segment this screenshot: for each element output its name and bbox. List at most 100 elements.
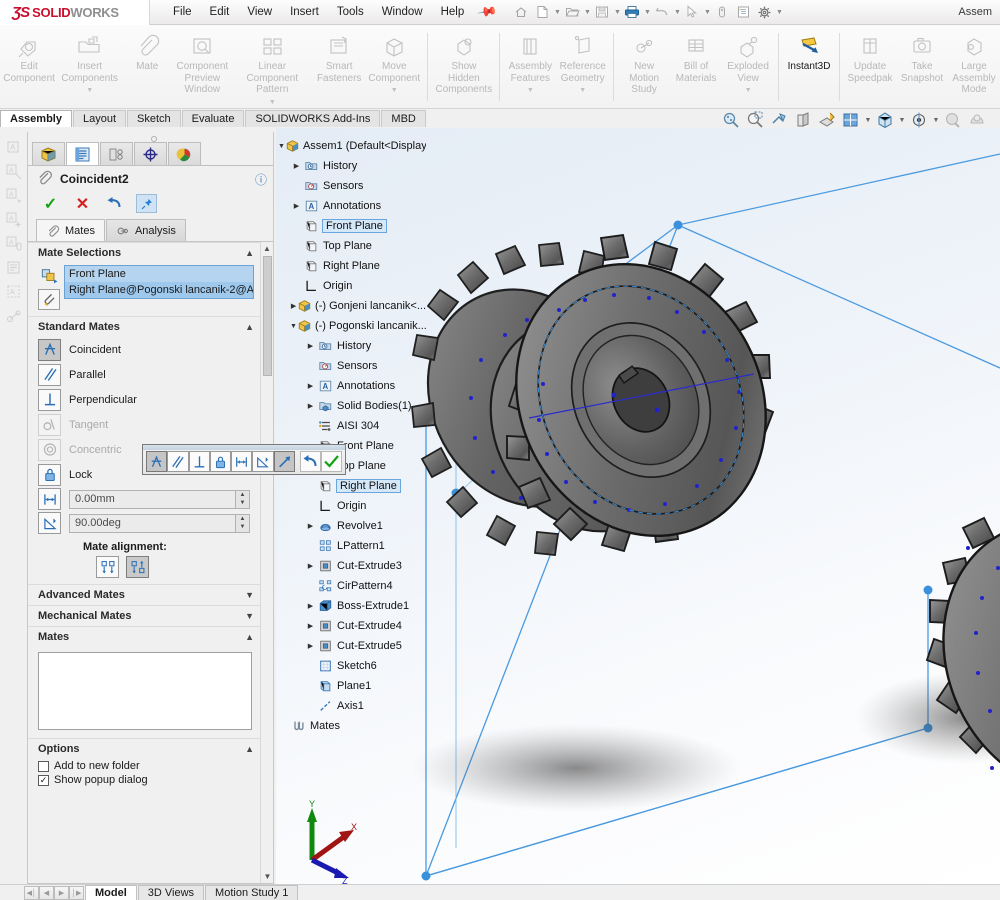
- ribbon-assembly-features[interactable]: Assembly Features ▼: [504, 29, 556, 97]
- tab-sketch[interactable]: Sketch: [127, 110, 181, 127]
- tree-node-sensors-2[interactable]: Sensors: [276, 356, 426, 376]
- expander-right-icon[interactable]: ▶: [304, 522, 317, 530]
- rebuild-icon[interactable]: [712, 2, 732, 22]
- tree-node-pogonski-lancanik[interactable]: ▼ (-) Pogonski lancanik...: [276, 316, 426, 336]
- distance-input[interactable]: 0.00mm ▲ ▼: [69, 489, 250, 509]
- tab-analysis[interactable]: Analysis: [105, 219, 186, 241]
- home-icon[interactable]: [511, 2, 531, 22]
- belt-chain-icon[interactable]: [4, 306, 24, 325]
- tab-mbd[interactable]: MBD: [381, 110, 426, 127]
- tab-solidworks-add-ins[interactable]: SOLIDWORKS Add-Ins: [245, 110, 381, 127]
- add-note-icon[interactable]: A: [4, 210, 24, 229]
- ribbon-instant3d[interactable]: Instant3D: [783, 29, 835, 73]
- print-caret-icon[interactable]: ▼: [643, 2, 651, 22]
- block-icon[interactable]: [4, 258, 24, 277]
- ribbon-component-preview[interactable]: Component Preview Window: [173, 29, 231, 96]
- tree-node-origin-2[interactable]: Origin: [276, 496, 426, 516]
- dropdown-caret-icon[interactable]: ▼: [745, 85, 752, 97]
- menu-view[interactable]: View: [238, 0, 281, 25]
- display-style-icon[interactable]: [840, 109, 862, 131]
- menu-window[interactable]: Window: [373, 0, 432, 25]
- options-gear-icon[interactable]: [754, 2, 774, 22]
- configuration-manager-tab[interactable]: [100, 142, 133, 165]
- open-folder-icon[interactable]: [562, 2, 582, 22]
- ribbon-bill-of-materials[interactable]: Bill of Materials: [670, 29, 722, 84]
- tree-node-front-plane[interactable]: Front Plane: [276, 216, 426, 236]
- tree-node-history-2[interactable]: ▶ History: [276, 336, 426, 356]
- select-cursor-icon[interactable]: [682, 2, 702, 22]
- prev-tab-button[interactable]: ◀: [39, 885, 54, 900]
- standard-mates-header[interactable]: Standard Mates ▲: [28, 316, 262, 337]
- view-settings-icon[interactable]: [966, 109, 988, 131]
- distance-stepper[interactable]: ▲ ▼: [235, 490, 249, 508]
- aligned-button[interactable]: [96, 556, 119, 578]
- print-icon[interactable]: [622, 2, 642, 22]
- section-view-icon[interactable]: [792, 109, 814, 131]
- angle-icon[interactable]: [38, 512, 61, 534]
- ribbon-new-motion-study[interactable]: New Motion Study: [618, 29, 670, 96]
- show-popup-dialog-checkbox[interactable]: ✓: [38, 774, 49, 786]
- mate-coincident[interactable]: Coincident: [28, 337, 262, 362]
- dimxpert-manager-tab[interactable]: [134, 142, 167, 165]
- tree-node-material[interactable]: AISI 304: [276, 416, 426, 436]
- zoom-to-fit-icon[interactable]: [720, 109, 742, 131]
- tree-node-boss-extrude1[interactable]: ▶ Boss-Extrude1: [276, 596, 426, 616]
- zoom-to-area-icon[interactable]: [744, 109, 766, 131]
- expander-right-icon[interactable]: ▶: [290, 162, 303, 170]
- tree-node-history[interactable]: ▶ History: [276, 156, 426, 176]
- mate-perpendicular[interactable]: Perpendicular: [28, 387, 262, 412]
- undo-icon[interactable]: [652, 2, 672, 22]
- ribbon-mate[interactable]: Mate: [121, 29, 173, 73]
- ribbon-insert-components[interactable]: Insert Components ▼: [58, 29, 121, 97]
- feature-manager-tab[interactable]: [32, 142, 65, 165]
- tree-node-top-plane[interactable]: Top Plane: [276, 236, 426, 256]
- bottom-tab-motion-study[interactable]: Motion Study 1: [205, 885, 299, 900]
- mates-listbox[interactable]: [38, 652, 252, 730]
- chevron-down-icon[interactable]: ▼: [245, 611, 254, 621]
- keep-visible-pin-button[interactable]: [136, 194, 157, 213]
- expander-down-icon[interactable]: ▼: [278, 143, 285, 150]
- ribbon-large-assembly-mode[interactable]: Large Assembly Mode: [948, 29, 1000, 96]
- tab-layout[interactable]: Layout: [72, 110, 127, 127]
- panel-resize-handle[interactable]: [28, 132, 273, 142]
- last-tab-button[interactable]: │▶: [69, 885, 84, 900]
- tab-evaluate[interactable]: Evaluate: [181, 110, 245, 127]
- expander-down-icon[interactable]: ▼: [290, 323, 297, 330]
- alignment-popup-button[interactable]: [273, 451, 295, 472]
- ribbon-take-snapshot[interactable]: Take Snapshot: [896, 29, 948, 84]
- distance-icon[interactable]: [38, 488, 61, 510]
- property-manager-tab[interactable]: [66, 142, 99, 165]
- undo-caret-icon[interactable]: ▼: [673, 2, 681, 22]
- selection-entity-2[interactable]: Right Plane@Pogonski lancanik-2@A: [65, 282, 253, 298]
- tree-node-cut-extrude5[interactable]: ▶ Cut-Extrude5: [276, 636, 426, 656]
- tree-node-right-plane[interactable]: Right Plane: [276, 256, 426, 276]
- perpendicular-popup-button[interactable]: [188, 451, 210, 472]
- scroll-up-arrow[interactable]: ▲: [261, 242, 273, 255]
- new-document-caret-icon[interactable]: ▼: [553, 2, 561, 22]
- edit-appearance-icon[interactable]: [908, 109, 930, 131]
- tree-node-mates-folder[interactable]: Mates: [276, 716, 426, 736]
- add-to-new-folder-checkbox[interactable]: [38, 760, 49, 772]
- next-tab-button[interactable]: ▶: [54, 885, 69, 900]
- first-tab-button[interactable]: ◀│: [24, 885, 39, 900]
- ribbon-update-speedpak[interactable]: Update Speedpak: [844, 29, 896, 84]
- mate-tangent[interactable]: Tangent: [28, 412, 262, 437]
- expander-right-icon[interactable]: ▶: [304, 342, 317, 350]
- file-properties-icon[interactable]: [733, 2, 753, 22]
- expander-right-icon[interactable]: ▶: [304, 382, 317, 390]
- coincident-popup-button[interactable]: [146, 451, 168, 472]
- tree-node-origin[interactable]: Origin: [276, 276, 426, 296]
- expander-right-icon[interactable]: ▶: [304, 402, 317, 410]
- dropdown-caret-icon[interactable]: ▼: [579, 85, 586, 97]
- help-question-icon[interactable]: ⓘ: [255, 171, 267, 188]
- hide-show-caret-icon[interactable]: ▼: [898, 109, 906, 131]
- option-add-to-new-folder[interactable]: Add to new folder: [28, 759, 262, 773]
- tree-node-plane1[interactable]: Plane1: [276, 676, 426, 696]
- chevron-up-icon[interactable]: ▲: [245, 744, 254, 754]
- view-orientation-icon[interactable]: [816, 109, 838, 131]
- hide-show-items-icon[interactable]: [874, 109, 896, 131]
- display-style-caret-icon[interactable]: ▼: [864, 109, 872, 131]
- tree-node-cut-extrude3[interactable]: ▶ Cut-Extrude3: [276, 556, 426, 576]
- select-caret-icon[interactable]: ▼: [703, 2, 711, 22]
- expander-right-icon[interactable]: ▶: [290, 202, 303, 210]
